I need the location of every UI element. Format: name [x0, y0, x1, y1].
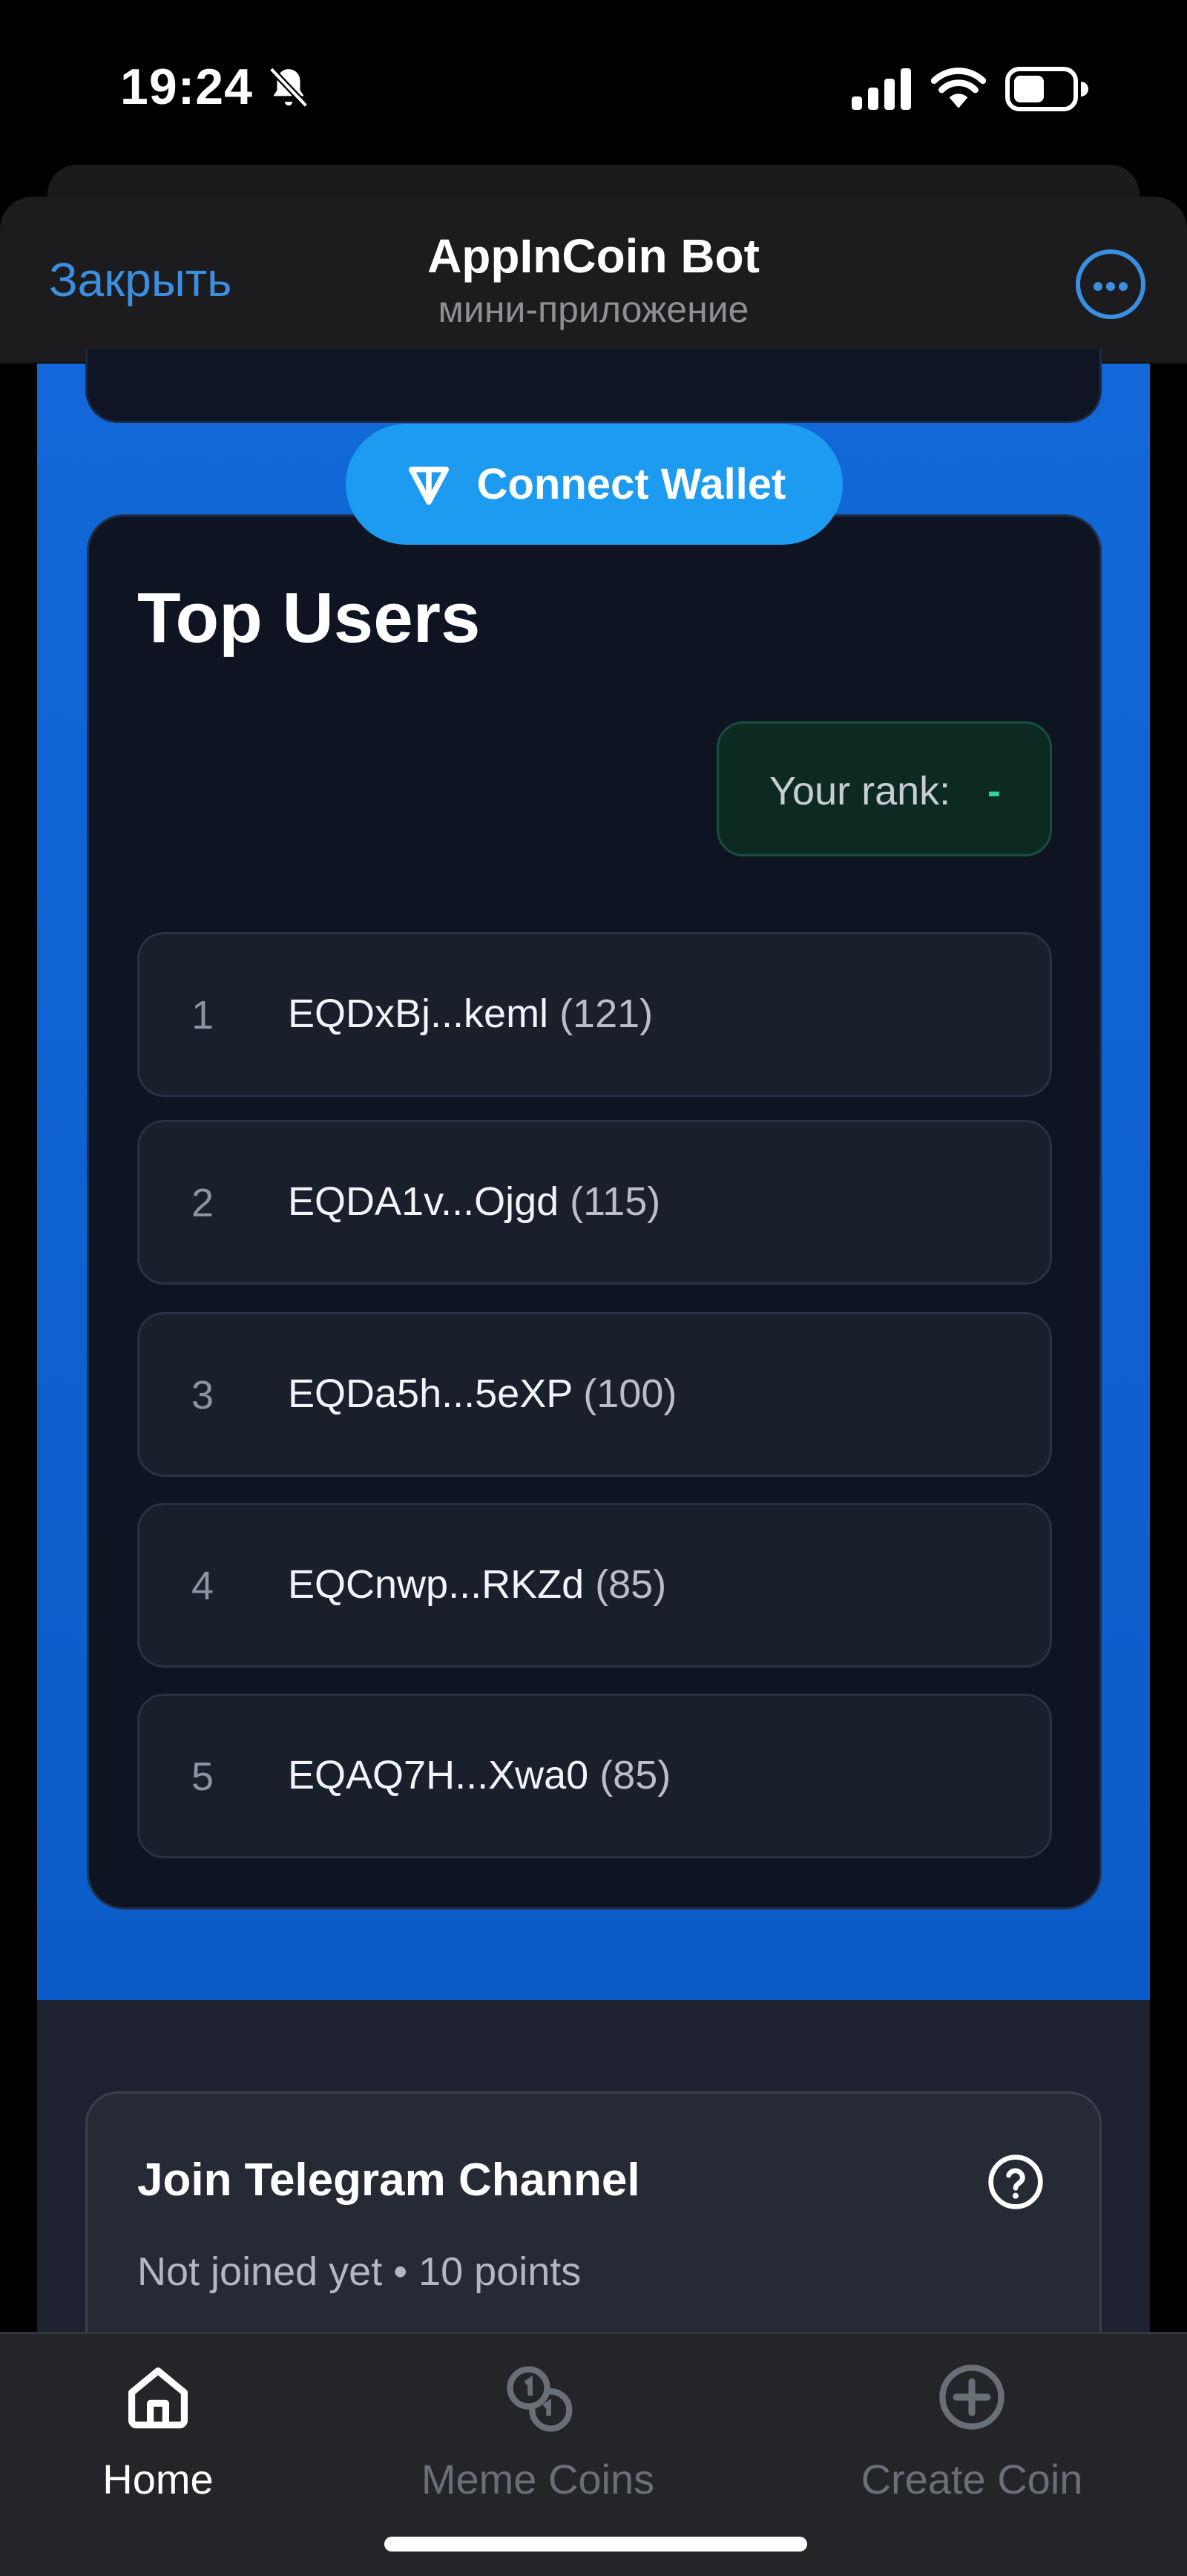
previous-card — [85, 349, 1102, 423]
row-address-wrap: EQDxBj...keml (121) — [288, 991, 653, 1037]
row-score: (100) — [583, 1371, 677, 1416]
row-address: EQCnwp...RKZd — [288, 1562, 585, 1607]
leaderboard-row[interactable]: 5 EQAQ7H...Xwa0 (85) — [137, 1694, 1052, 1858]
task-title: Join Telegram Channel — [137, 2154, 640, 2206]
row-score: (121) — [559, 992, 654, 1036]
tab-label: Create Coin — [861, 2456, 1083, 2503]
connect-wallet-button[interactable]: Connect Wallet — [346, 424, 843, 545]
row-score: (115) — [570, 1179, 661, 1224]
ton-icon — [408, 466, 449, 505]
row-address-wrap: EQCnwp...RKZd (85) — [288, 1561, 666, 1607]
row-rank: 2 — [191, 1181, 214, 1225]
row-address: EQDa5h...5eXP — [288, 1371, 573, 1416]
tab-label: Home — [102, 2456, 214, 2503]
row-address: EQDxBj...keml — [288, 992, 549, 1036]
app-subtitle: мини-приложение — [438, 289, 749, 330]
tab-meme-coins[interactable]: Meme Coins — [386, 2360, 690, 2503]
home-icon — [128, 2367, 188, 2429]
row-address: EQDA1v...Ojgd — [288, 1179, 559, 1224]
bell-muted-icon — [269, 67, 309, 108]
question-circle-icon[interactable] — [986, 2152, 1045, 2212]
wifi-icon — [931, 68, 986, 108]
app-title: AppInCoin Bot — [427, 229, 760, 283]
connect-wallet-label: Connect Wallet — [476, 460, 786, 508]
leaderboard-row[interactable]: 2 EQDA1v...Ojgd (115) — [137, 1120, 1052, 1285]
home-indicator[interactable] — [384, 2537, 807, 2552]
row-rank: 3 — [191, 1373, 214, 1418]
tab-home[interactable]: Home — [65, 2360, 251, 2503]
rank-label: Your rank: — [769, 769, 951, 813]
top-users-title: Top Users — [137, 578, 481, 658]
row-address-wrap: EQAQ7H...Xwa0 (85) — [288, 1752, 671, 1798]
rank-value: - — [987, 769, 1001, 813]
row-rank: 4 — [191, 1564, 214, 1608]
coins-icon — [507, 2366, 573, 2432]
your-rank-badge: Your rank: - — [717, 721, 1052, 856]
signal-icon — [852, 68, 911, 110]
row-score: (85) — [599, 1753, 671, 1797]
tab-label: Meme Coins — [421, 2456, 655, 2503]
battery-icon — [1005, 67, 1088, 111]
row-address-wrap: EQDA1v...Ojgd (115) — [288, 1179, 660, 1225]
task-status: Not joined yet • 10 points — [137, 2249, 582, 2294]
row-score: (85) — [595, 1562, 667, 1607]
status-bar: 19:24 — [0, 0, 1187, 171]
plus-circle-icon — [939, 2364, 1004, 2430]
row-address: EQAQ7H...Xwa0 — [288, 1753, 589, 1797]
row-address-wrap: EQDa5h...5eXP (100) — [288, 1371, 677, 1417]
row-rank: 5 — [191, 1754, 214, 1799]
row-rank: 1 — [191, 993, 214, 1038]
status-time: 19:24 — [120, 59, 253, 115]
ellipsis-circle-icon[interactable] — [1076, 249, 1145, 319]
leaderboard-row[interactable]: 1 EQDxBj...keml (121) — [137, 932, 1052, 1097]
leaderboard-row[interactable]: 4 EQCnwp...RKZd (85) — [137, 1503, 1052, 1668]
tab-create-coin[interactable]: Create Coin — [831, 2360, 1113, 2503]
leaderboard-row[interactable]: 3 EQDa5h...5eXP (100) — [137, 1312, 1052, 1477]
